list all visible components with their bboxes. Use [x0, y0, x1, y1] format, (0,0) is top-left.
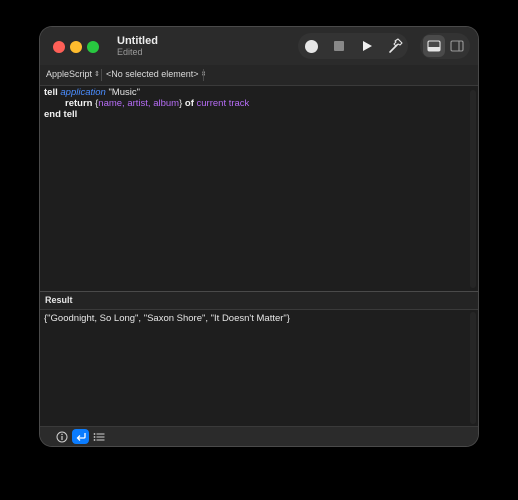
keyword-tell: tell: [44, 87, 58, 98]
property-album: album: [153, 98, 180, 109]
bottom-bar: [40, 426, 478, 446]
script-editor[interactable]: tell application "Music" return {name, a…: [40, 86, 478, 291]
code-line-1: tell application "Music": [44, 87, 140, 98]
nav-separator: [101, 69, 102, 81]
result-pane[interactable]: {"Goodnight, So Long", "Saxon Shore", "I…: [40, 310, 478, 426]
keyword-return: return: [65, 98, 93, 109]
bottom-panel-icon: [427, 40, 441, 52]
element-label: <No selected element>: [106, 69, 199, 79]
run-controls: [298, 33, 408, 59]
result-view-button[interactable]: [72, 429, 89, 444]
zoom-window-button[interactable]: [87, 41, 99, 53]
property-artist: artist: [127, 98, 148, 109]
show-bottom-panel-button[interactable]: [423, 35, 445, 57]
record-button[interactable]: [298, 33, 324, 59]
log-view-button[interactable]: [90, 429, 107, 444]
result-value: {"Goodnight, So Long", "Saxon Shore", "I…: [44, 313, 290, 324]
result-scrollbar[interactable]: [470, 312, 476, 424]
keyword-end-tell: end tell: [44, 109, 78, 120]
list-icon: [93, 432, 104, 441]
stop-button[interactable]: [326, 33, 352, 59]
language-label: AppleScript: [46, 69, 93, 79]
property-name: name: [98, 98, 123, 109]
record-icon: [304, 39, 318, 53]
keyword-of: of: [184, 98, 194, 109]
document-status: Edited: [117, 47, 143, 57]
code-line-3: end tell: [44, 109, 77, 120]
title-bar: Untitled Edited: [40, 27, 478, 65]
property-current-track: current track: [196, 98, 250, 109]
run-button[interactable]: [354, 33, 380, 59]
result-title: Result: [45, 295, 73, 305]
play-icon: [363, 41, 372, 51]
navigation-bar: AppleScript ⇕ <No selected element> ⇕: [40, 65, 478, 86]
hammer-icon: [389, 38, 403, 53]
description-button[interactable]: [53, 429, 70, 444]
document-title: Untitled: [117, 35, 158, 47]
string-literal: "Music": [108, 87, 140, 98]
stop-icon: [334, 41, 344, 51]
reply-arrow-icon: [76, 432, 86, 441]
brace-close: }: [179, 98, 183, 109]
chevron-updown-icon: ⇕: [94, 71, 100, 78]
result-header: Result: [40, 292, 478, 310]
close-window-button[interactable]: [53, 41, 65, 53]
nav-separator: [203, 69, 204, 81]
compile-button[interactable]: [382, 33, 408, 59]
show-side-panel-button[interactable]: [446, 35, 468, 57]
info-icon: [56, 431, 67, 442]
minimize-window-button[interactable]: [70, 41, 82, 53]
side-panel-icon: [450, 40, 464, 52]
view-toggle-group: [420, 33, 470, 59]
language-popup[interactable]: AppleScript ⇕: [46, 69, 100, 79]
keyword-application: application: [60, 87, 106, 98]
code-line-2: return {name, artist, album} of current …: [65, 98, 249, 109]
script-editor-window: Untitled Edited AppleScript ⇕ <No select…: [40, 27, 478, 446]
editor-scrollbar[interactable]: [470, 90, 476, 288]
element-popup[interactable]: <No selected element> ⇕: [106, 69, 206, 79]
